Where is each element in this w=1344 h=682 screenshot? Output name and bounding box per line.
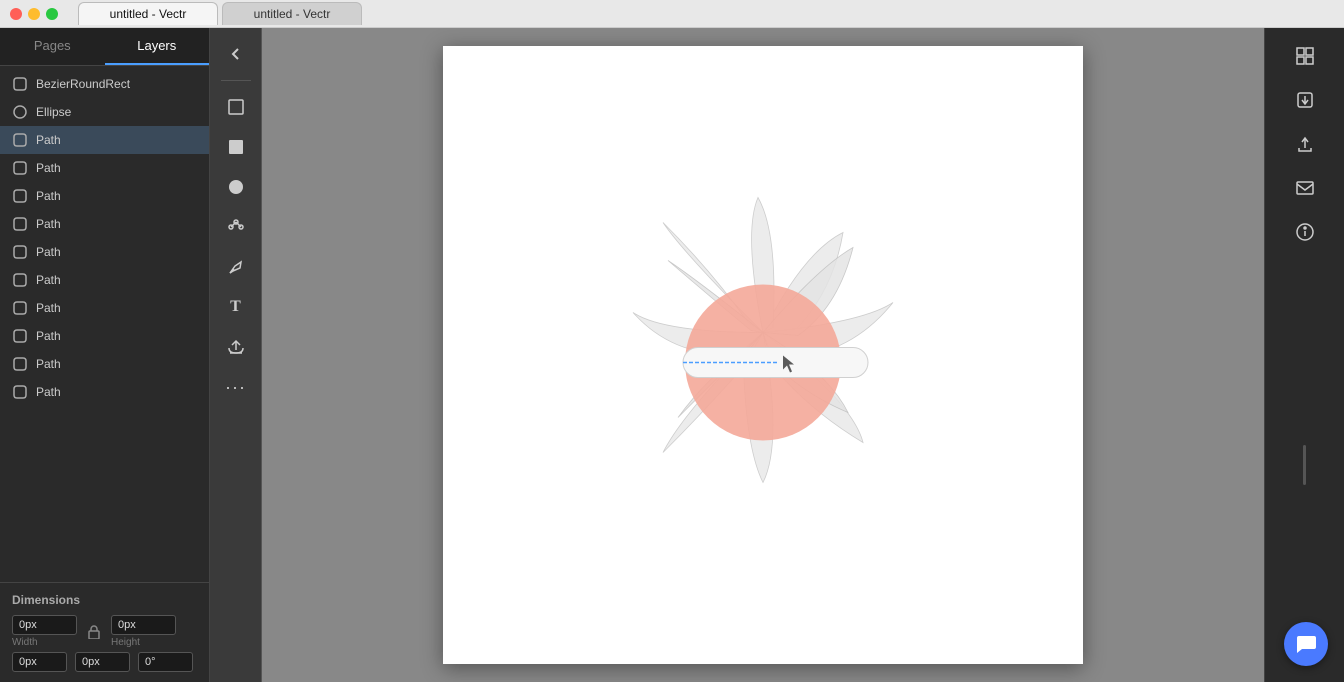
list-item[interactable]: Path [0,182,209,210]
canvas-page[interactable] [443,46,1083,664]
chat-button[interactable] [1284,622,1328,666]
width-label: Width [12,637,77,648]
grid-button[interactable] [1285,36,1325,76]
tab-2[interactable]: untitled - Vectr [222,2,362,25]
layer-label: Path [36,385,61,399]
path-icon [12,76,28,92]
dimensions-wh-row: Width Height [12,615,197,648]
circle-tool-button[interactable] [218,169,254,205]
layer-label: Path [36,329,61,343]
x-input[interactable] [12,652,67,672]
layer-label: BezierRoundRect [36,77,130,91]
title-bar: untitled - Vectr untitled - Vectr [0,0,1344,28]
node-tool-button[interactable] [218,209,254,245]
canvas-background [262,28,1264,682]
path-icon [12,216,28,232]
path-icon [12,328,28,344]
path-icon [12,132,28,148]
tab-bar: untitled - Vectr untitled - Vectr [58,2,1344,25]
layer-label: Path [36,161,61,175]
tab-1[interactable]: untitled - Vectr [78,2,218,25]
width-input[interactable] [12,615,77,635]
canvas-area[interactable] [262,28,1264,682]
list-item[interactable]: Path [0,266,209,294]
layer-label: Path [36,245,61,259]
export-button[interactable] [1285,124,1325,164]
rotation-input[interactable] [138,652,193,672]
list-item[interactable]: Path [0,350,209,378]
more-tools-button[interactable]: ··· [218,369,254,405]
path-icon [12,188,28,204]
pages-tab[interactable]: Pages [0,28,105,65]
back-button[interactable] [218,36,254,72]
window-controls [0,8,58,20]
path-icon [12,356,28,372]
path-icon [12,272,28,288]
list-item[interactable]: Path [0,294,209,322]
list-item[interactable]: Path [0,322,209,350]
main-layout: Pages Layers BezierRoundRect [0,28,1344,682]
close-button[interactable] [10,8,22,20]
layer-label: Path [36,189,61,203]
list-item[interactable]: Path [0,238,209,266]
upload-button[interactable] [218,329,254,365]
list-item[interactable]: Path [0,154,209,182]
dimensions-xyz-row [12,652,197,672]
right-panel [1264,28,1344,682]
height-input[interactable] [111,615,176,635]
width-group: Width [12,615,77,648]
resize-handle [1303,256,1306,674]
list-item[interactable]: Ellipse [0,98,209,126]
left-sidebar: Pages Layers BezierRoundRect [0,28,210,682]
layer-list: BezierRoundRect Ellipse Path [0,66,209,582]
layer-label: Path [36,273,61,287]
layer-label: Path [36,217,61,231]
select-tool-button[interactable] [218,89,254,125]
y-input[interactable] [75,652,130,672]
layers-tab[interactable]: Layers [105,28,210,65]
path-icon [12,300,28,316]
sidebar-tab-bar: Pages Layers [0,28,209,66]
tool-bar: T ··· [210,28,262,682]
pen-tool-button[interactable] [218,249,254,285]
lock-button[interactable] [85,623,103,641]
dimensions-panel: Dimensions Width Height [0,582,209,682]
layer-label: Path [36,357,61,371]
canvas-artwork [603,173,923,538]
height-label: Height [111,637,176,648]
height-group: Height [111,615,176,648]
list-item[interactable]: Path [0,378,209,406]
list-item[interactable]: Path [0,210,209,238]
share-button[interactable] [1285,168,1325,208]
import-button[interactable] [1285,80,1325,120]
maximize-button[interactable] [46,8,58,20]
toolbar-separator [221,80,251,81]
list-item[interactable]: BezierRoundRect [0,70,209,98]
text-tool-button[interactable]: T [218,289,254,325]
path-icon [12,244,28,260]
dimensions-title: Dimensions [12,593,197,607]
minimize-button[interactable] [28,8,40,20]
path-icon [12,384,28,400]
path-icon [12,160,28,176]
fill-tool-button[interactable] [218,129,254,165]
ellipse-icon [12,104,28,120]
info-button[interactable] [1285,212,1325,252]
layer-label: Path [36,301,61,315]
layer-label: Path [36,133,61,147]
list-item[interactable]: Path [0,126,209,154]
layer-label: Ellipse [36,105,71,119]
